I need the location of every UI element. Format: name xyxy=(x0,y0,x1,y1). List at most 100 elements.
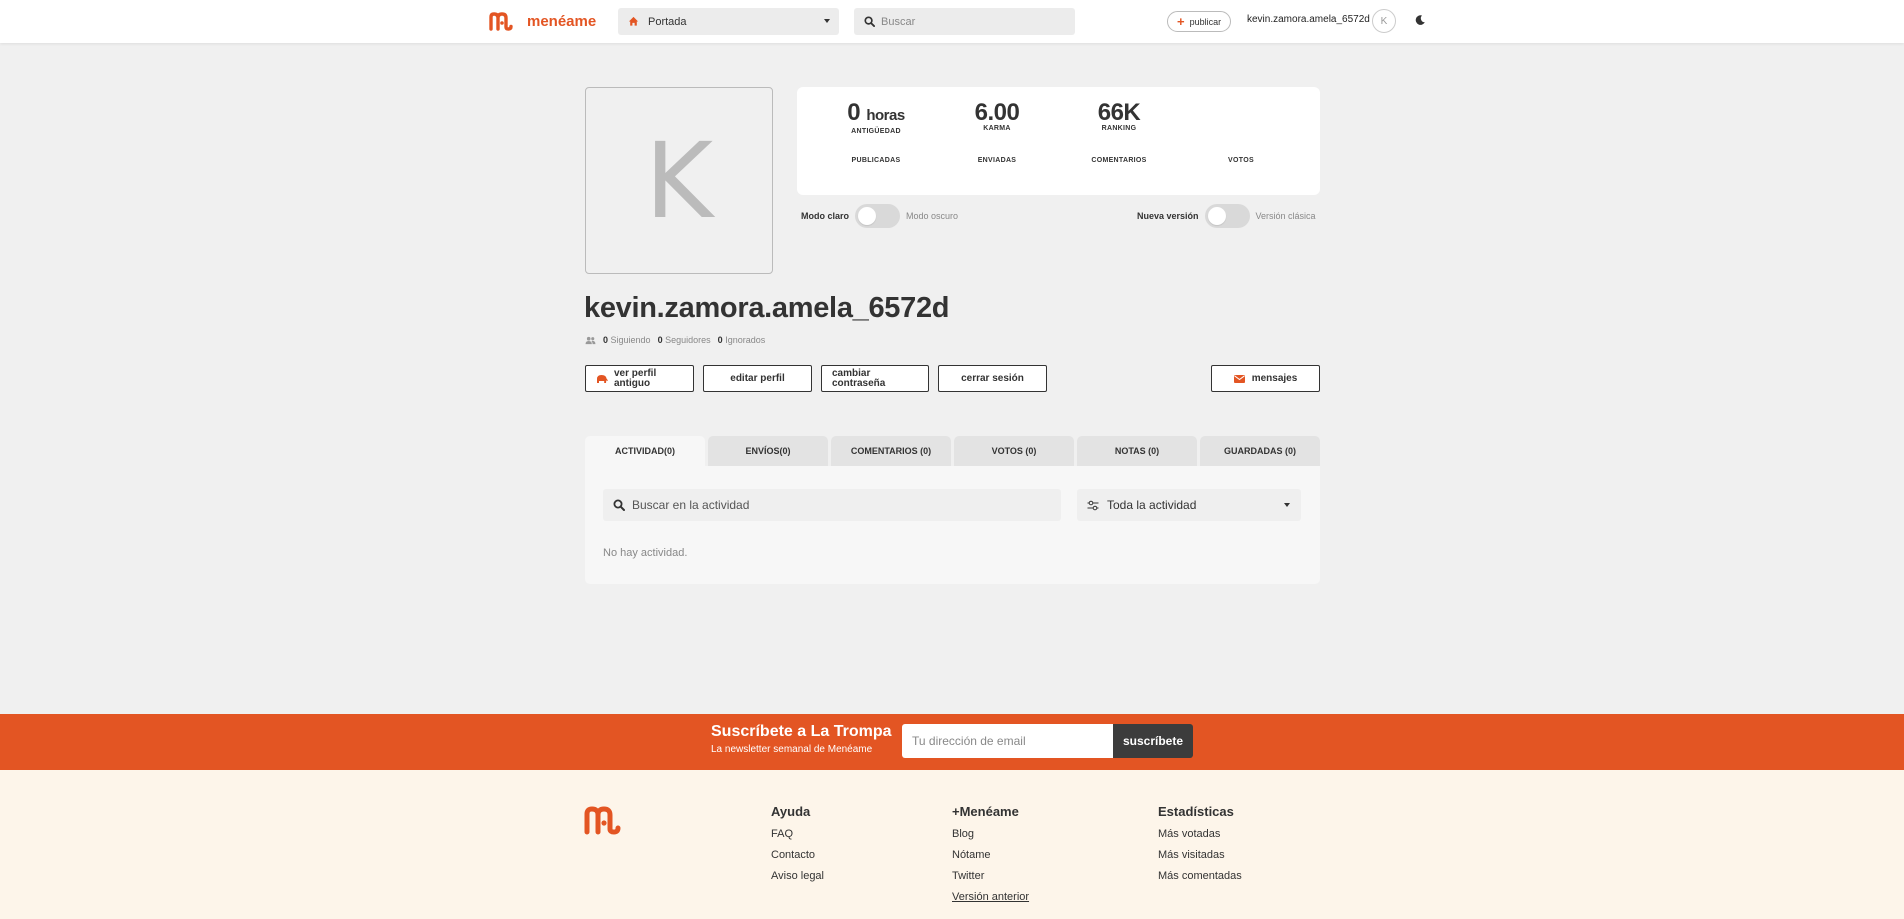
footer-link-notame[interactable]: Nótame xyxy=(952,845,1029,866)
activity-search xyxy=(603,489,1061,521)
stat-label: KARMA xyxy=(983,125,1011,132)
activity-search-input[interactable] xyxy=(632,498,1052,512)
publish-button[interactable]: + publicar xyxy=(1167,11,1232,32)
chevron-down-icon xyxy=(824,19,830,23)
tab-comentarios[interactable]: COMENTARIOS (0) xyxy=(831,436,951,466)
header-search xyxy=(854,8,1075,35)
profile-tabs: ACTIVIDAD(0) ENVÍOS(0) COMENTARIOS (0) V… xyxy=(585,436,1320,466)
footer-link-contacto[interactable]: Contacto xyxy=(771,845,824,866)
moon-icon[interactable] xyxy=(1414,14,1426,26)
plus-icon: + xyxy=(1177,13,1185,29)
followers-label: Seguidores xyxy=(665,335,711,345)
footer-col-meneame: +Menéame Blog Nótame Twitter Versión ant… xyxy=(952,804,1029,908)
stat-value: 6.00 xyxy=(974,99,1020,126)
ignored-label: Ignorados xyxy=(725,335,766,345)
follow-stats: 0 Siguiendo 0 Seguidores 0 Ignorados xyxy=(585,335,765,345)
classic-version-label: Versión clásica xyxy=(1255,211,1316,221)
toggle-knob xyxy=(1207,207,1226,225)
footer-link-mas-votadas[interactable]: Más votadas xyxy=(1158,824,1242,845)
classic-version-toggle[interactable] xyxy=(1204,204,1250,228)
change-password-button[interactable]: cambiar contraseña xyxy=(821,365,929,392)
logout-button[interactable]: cerrar sesión xyxy=(938,365,1047,392)
empty-activity-text: No hay actividad. xyxy=(603,547,688,559)
header-username[interactable]: kevin.zamora.amela_6572d xyxy=(1247,14,1370,25)
messages-button[interactable]: mensajes xyxy=(1211,365,1320,392)
old-profile-label: ver perfil antiguo xyxy=(614,367,657,389)
footer: Ayuda FAQ Contacto Aviso legal +Menéame … xyxy=(0,770,1904,919)
newsletter-email-input[interactable] xyxy=(902,724,1113,758)
tab-envios[interactable]: ENVÍOS(0) xyxy=(708,436,828,466)
footer-link-mas-comentadas[interactable]: Más comentadas xyxy=(1158,866,1242,887)
following-stat[interactable]: 0 Siguiendo xyxy=(603,335,651,345)
footer-link-aviso-legal[interactable]: Aviso legal xyxy=(771,866,824,887)
search-icon xyxy=(864,16,875,27)
edit-profile-button[interactable]: editar perfil xyxy=(703,365,812,392)
meneame-footer-logo-icon[interactable] xyxy=(583,805,633,835)
footer-link-mas-visitadas[interactable]: Más visitadas xyxy=(1158,845,1242,866)
search-icon xyxy=(613,499,625,511)
meneame-logo-icon xyxy=(489,12,513,31)
footer-col-title: Ayuda xyxy=(771,804,811,819)
tab-actividad[interactable]: ACTIVIDAD(0) xyxy=(585,436,705,466)
ignored-count: 0 xyxy=(717,335,723,345)
old-profile-button[interactable]: ver perfil antiguo xyxy=(585,365,694,392)
dark-mode-label: Modo oscuro xyxy=(906,211,959,221)
footer-link-blog[interactable]: Blog xyxy=(952,824,1029,845)
footer-col-title: Estadísticas xyxy=(1158,804,1234,819)
stat-label: RANKING xyxy=(1101,125,1137,132)
stat-votos: VOTOS xyxy=(1228,157,1254,164)
stat-enviadas: ENVIADAS xyxy=(977,157,1017,164)
footer-link-twitter[interactable]: Twitter xyxy=(952,866,1029,887)
activity-filter-value: Toda la actividad xyxy=(1107,498,1197,512)
newsletter-banner: Suscríbete a La Trompa La newsletter sem… xyxy=(0,714,1904,770)
ignored-stat[interactable]: 0 Ignorados xyxy=(718,335,766,345)
stat-antiguedad: 0 horas ANTIGÜEDAD xyxy=(826,101,926,136)
avatar[interactable]: K xyxy=(1372,9,1396,33)
activity-panel: Toda la actividad No hay actividad. xyxy=(585,466,1320,584)
footer-col-ayuda: Ayuda FAQ Contacto Aviso legal xyxy=(771,804,824,887)
sliders-icon xyxy=(1087,500,1099,510)
stat-comentarios: COMENTARIOS xyxy=(1091,157,1147,164)
footer-link-faq[interactable]: FAQ xyxy=(771,824,824,845)
toggle-knob xyxy=(858,207,877,225)
tab-notas[interactable]: NOTAS (0) xyxy=(1077,436,1197,466)
search-input[interactable] xyxy=(881,15,1061,28)
tab-guardadas[interactable]: GUARDADAS (0) xyxy=(1200,436,1320,466)
followers-count: 0 xyxy=(657,335,663,345)
version-toggle-row: Nueva versión Versión clásica xyxy=(1137,204,1316,228)
change-password-label: cambiar contraseña xyxy=(832,367,886,389)
light-mode-label: Modo claro xyxy=(801,211,850,221)
home-icon xyxy=(628,16,639,26)
chevron-down-icon xyxy=(1284,503,1290,507)
publish-button-label: publicar xyxy=(1189,16,1222,27)
subscribe-button[interactable]: suscríbete xyxy=(1113,724,1193,758)
theme-toggle-row: Modo claro Modo oscuro xyxy=(801,204,958,228)
meneame-logo[interactable]: menéame xyxy=(488,11,596,31)
following-label: Siguiendo xyxy=(610,335,651,345)
footer-col-estadisticas: Estadísticas Más votadas Más visitadas M… xyxy=(1158,804,1242,887)
tab-votos[interactable]: VOTOS (0) xyxy=(954,436,1074,466)
footer-col-title: +Menéame xyxy=(952,804,1019,819)
profile-name: kevin.zamora.amela_6572d xyxy=(584,292,950,324)
stat-publicadas: PUBLICADAS xyxy=(851,157,901,164)
stat-value: 0 xyxy=(847,99,861,126)
envelope-icon xyxy=(1233,374,1245,383)
stat-karma: 6.00 KARMA xyxy=(947,101,1047,133)
footer-link-old-version[interactable]: Versión anterior xyxy=(952,887,1029,908)
stat-ranking: 66K RANKING xyxy=(1069,101,1169,133)
dark-mode-toggle[interactable] xyxy=(855,204,901,228)
followers-stat[interactable]: 0 Seguidores xyxy=(658,335,711,345)
logo-text: menéame xyxy=(527,12,597,30)
newsletter-title: Suscríbete a La Trompa xyxy=(711,723,892,740)
stats-card: 0 horas ANTIGÜEDAD 6.00 KARMA 66K RANKIN… xyxy=(797,87,1320,195)
messages-label: mensajes xyxy=(1251,372,1298,384)
newsletter-subtitle: La newsletter semanal de Menéame xyxy=(711,744,873,755)
section-selector-label: Portada xyxy=(648,15,687,28)
users-icon xyxy=(585,336,596,344)
activity-filter-select[interactable]: Toda la actividad xyxy=(1077,489,1301,521)
new-version-label: Nueva versión xyxy=(1137,211,1199,221)
section-selector[interactable]: Portada xyxy=(618,8,839,35)
top-bar: menéame Portada + publicar kevin.zamora.… xyxy=(0,0,1904,43)
stat-label: ANTIGÜEDAD xyxy=(851,128,901,135)
stat-value: 66K xyxy=(1097,99,1141,126)
